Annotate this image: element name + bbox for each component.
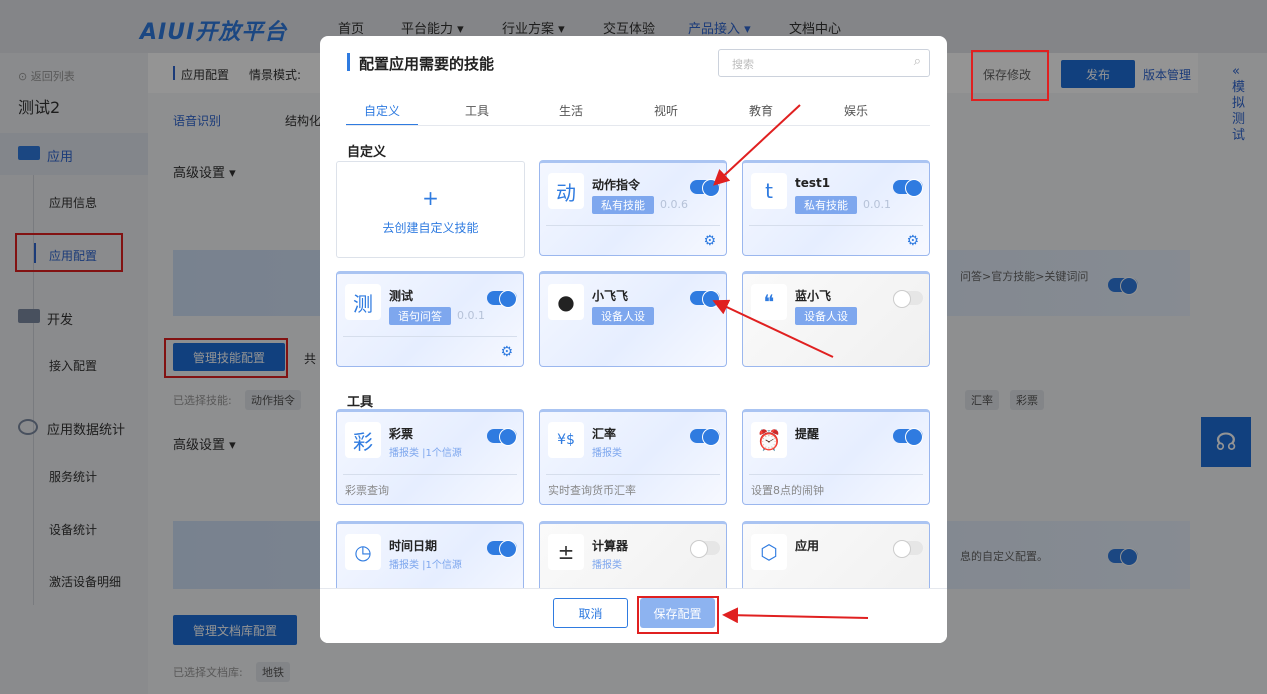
arrow-to-save-config [722, 607, 869, 624]
arrow-to-action-toggle [713, 104, 801, 186]
annotation-arrows [712, 104, 869, 624]
arrow-to-xiaofeifei-toggle [712, 299, 834, 358]
